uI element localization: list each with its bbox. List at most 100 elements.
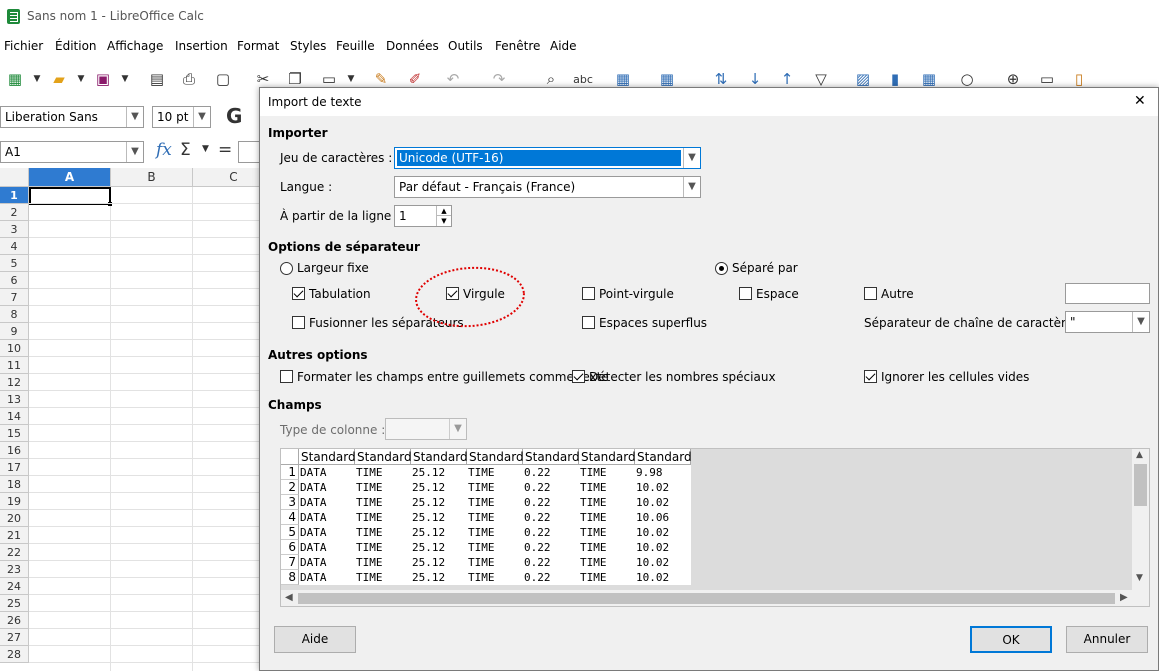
chevron-down-icon[interactable]: ▼ (126, 107, 143, 127)
vertical-scrollbar[interactable]: ▲ ▼ (1132, 449, 1149, 590)
charset-select[interactable]: Unicode (UTF-16) ▼ (394, 147, 701, 169)
scroll-up-icon[interactable]: ▲ (1136, 450, 1143, 460)
preview-column-header[interactable]: Standard (355, 449, 412, 465)
space-checkbox[interactable] (739, 287, 752, 300)
detect-special-numbers-checkbox[interactable] (572, 370, 585, 383)
close-icon[interactable]: ✕ (1134, 93, 1146, 109)
row-header[interactable]: 22 (0, 544, 29, 561)
merge-separators-checkbox[interactable] (292, 316, 305, 329)
chevron-down-icon[interactable]: ▼ (449, 419, 466, 439)
row-header[interactable]: 20 (0, 510, 29, 527)
row-header[interactable]: 4 (0, 238, 29, 255)
name-box[interactable]: A1 ▼ (0, 141, 144, 163)
chevron-down-icon[interactable]: ▼ (126, 142, 143, 162)
horizontal-scrollbar[interactable]: ◀ ▶ (281, 590, 1149, 606)
row-header[interactable]: 9 (0, 323, 29, 340)
scroll-left-icon[interactable]: ◀ (285, 592, 293, 603)
row-header[interactable]: 6 (0, 272, 29, 289)
column-type-select[interactable]: ▼ (385, 418, 467, 440)
separated-by-radio[interactable] (715, 262, 728, 275)
ok-button[interactable]: OK (970, 626, 1052, 653)
new-spreadsheet-icon[interactable]: ▦ (4, 68, 26, 90)
tab-checkbox[interactable] (292, 287, 305, 300)
chevron-down-icon[interactable]: ▼ (683, 177, 700, 197)
font-size-combo[interactable]: 10 pt ▼ (152, 106, 211, 128)
scroll-thumb[interactable] (1134, 464, 1147, 506)
spin-up-icon[interactable]: ▲ (436, 206, 451, 216)
row-header[interactable]: 21 (0, 527, 29, 544)
row-header[interactable]: 8 (0, 306, 29, 323)
select-all-corner[interactable] (0, 168, 29, 187)
menu-outils[interactable]: Outils (448, 39, 483, 53)
fixed-width-radio[interactable] (280, 262, 293, 275)
row-header[interactable]: 16 (0, 442, 29, 459)
menu-aide[interactable]: Aide (550, 39, 577, 53)
sum-dropdown-icon[interactable]: ▼ (202, 144, 209, 154)
row-header[interactable]: 13 (0, 391, 29, 408)
row-header[interactable]: 24 (0, 578, 29, 595)
formula-equals-icon[interactable]: = (218, 140, 232, 160)
new-dropdown-icon[interactable]: ▼ (26, 68, 48, 90)
row-header[interactable]: 10 (0, 340, 29, 357)
menu-feuille[interactable]: Feuille (336, 39, 375, 53)
help-button[interactable]: Aide (274, 626, 356, 653)
menu-format[interactable]: Format (237, 39, 279, 53)
font-name-combo[interactable]: Liberation Sans ▼ (0, 106, 144, 128)
row-header[interactable]: 19 (0, 493, 29, 510)
preview-column-header[interactable]: Standard (579, 449, 636, 465)
fields-preview-table[interactable]: Standard Standard Standard Standard Standard… (280, 448, 1150, 607)
bold-button[interactable]: G (226, 104, 242, 128)
semicolon-checkbox[interactable] (582, 287, 595, 300)
formula-input[interactable] (238, 141, 260, 163)
menu-styles[interactable]: Styles (290, 39, 326, 53)
menu-edition[interactable]: Édition (55, 39, 97, 53)
open-folder-icon[interactable]: ▰ (48, 68, 70, 90)
chevron-down-icon[interactable]: ▼ (193, 107, 210, 127)
row-header[interactable]: 17 (0, 459, 29, 476)
preview-column-header[interactable]: Standard (635, 449, 692, 465)
menu-insertion[interactable]: Insertion (175, 39, 228, 53)
scroll-down-icon[interactable]: ▼ (1136, 573, 1143, 583)
row-header[interactable]: 15 (0, 425, 29, 442)
menu-fenetre[interactable]: Fenêtre (495, 39, 540, 53)
preview-column-header[interactable]: Standard (523, 449, 580, 465)
quoted-as-text-checkbox[interactable] (280, 370, 293, 383)
row-header[interactable]: 1 (0, 187, 29, 204)
save-icon[interactable]: ▣ (92, 68, 114, 90)
preview-column-header[interactable]: Standard (467, 449, 524, 465)
row-header[interactable]: 28 (0, 646, 29, 663)
menu-donnees[interactable]: Données (386, 39, 439, 53)
chevron-down-icon[interactable]: ▼ (1132, 312, 1149, 332)
row-header[interactable]: 11 (0, 357, 29, 374)
spreadsheet-grid[interactable]: A B C 1 2 3 4 5 6 7 8 9 10 11 12 13 14 15 16 17 18 19 20 21 2… (0, 168, 275, 671)
export-pdf-icon[interactable]: ▤ (146, 68, 168, 90)
row-header[interactable]: 25 (0, 595, 29, 612)
language-select[interactable]: Par défaut - Français (France) ▼ (394, 176, 701, 198)
print-icon[interactable]: ⎙ (178, 68, 200, 90)
print-preview-icon[interactable]: ▢ (212, 68, 234, 90)
row-header[interactable]: 3 (0, 221, 29, 238)
column-header-b[interactable]: B (111, 168, 193, 187)
row-header[interactable]: 2 (0, 204, 29, 221)
cancel-button[interactable]: Annuler (1066, 626, 1148, 653)
row-header[interactable]: 12 (0, 374, 29, 391)
sum-icon[interactable]: Σ (180, 140, 191, 160)
menu-fichier[interactable]: Fichier (4, 39, 43, 53)
spin-down-icon[interactable]: ▼ (436, 216, 451, 226)
other-separator-input[interactable] (1065, 283, 1150, 304)
open-dropdown-icon[interactable]: ▼ (70, 68, 92, 90)
scroll-right-icon[interactable]: ▶ (1120, 592, 1128, 603)
preview-column-header[interactable]: Standard (411, 449, 468, 465)
chevron-down-icon[interactable]: ▼ (683, 148, 700, 168)
preview-column-header[interactable]: Standard (299, 449, 356, 465)
function-wizard-icon[interactable]: fx (156, 140, 172, 160)
row-header[interactable]: 14 (0, 408, 29, 425)
string-delimiter-select[interactable]: " ▼ (1065, 311, 1150, 333)
row-header[interactable]: 23 (0, 561, 29, 578)
row-header[interactable]: 27 (0, 629, 29, 646)
column-header-a[interactable]: A (29, 168, 111, 187)
row-header[interactable]: 18 (0, 476, 29, 493)
trim-spaces-checkbox[interactable] (582, 316, 595, 329)
hscroll-thumb[interactable] (298, 593, 1115, 604)
menu-affichage[interactable]: Affichage (107, 39, 163, 53)
